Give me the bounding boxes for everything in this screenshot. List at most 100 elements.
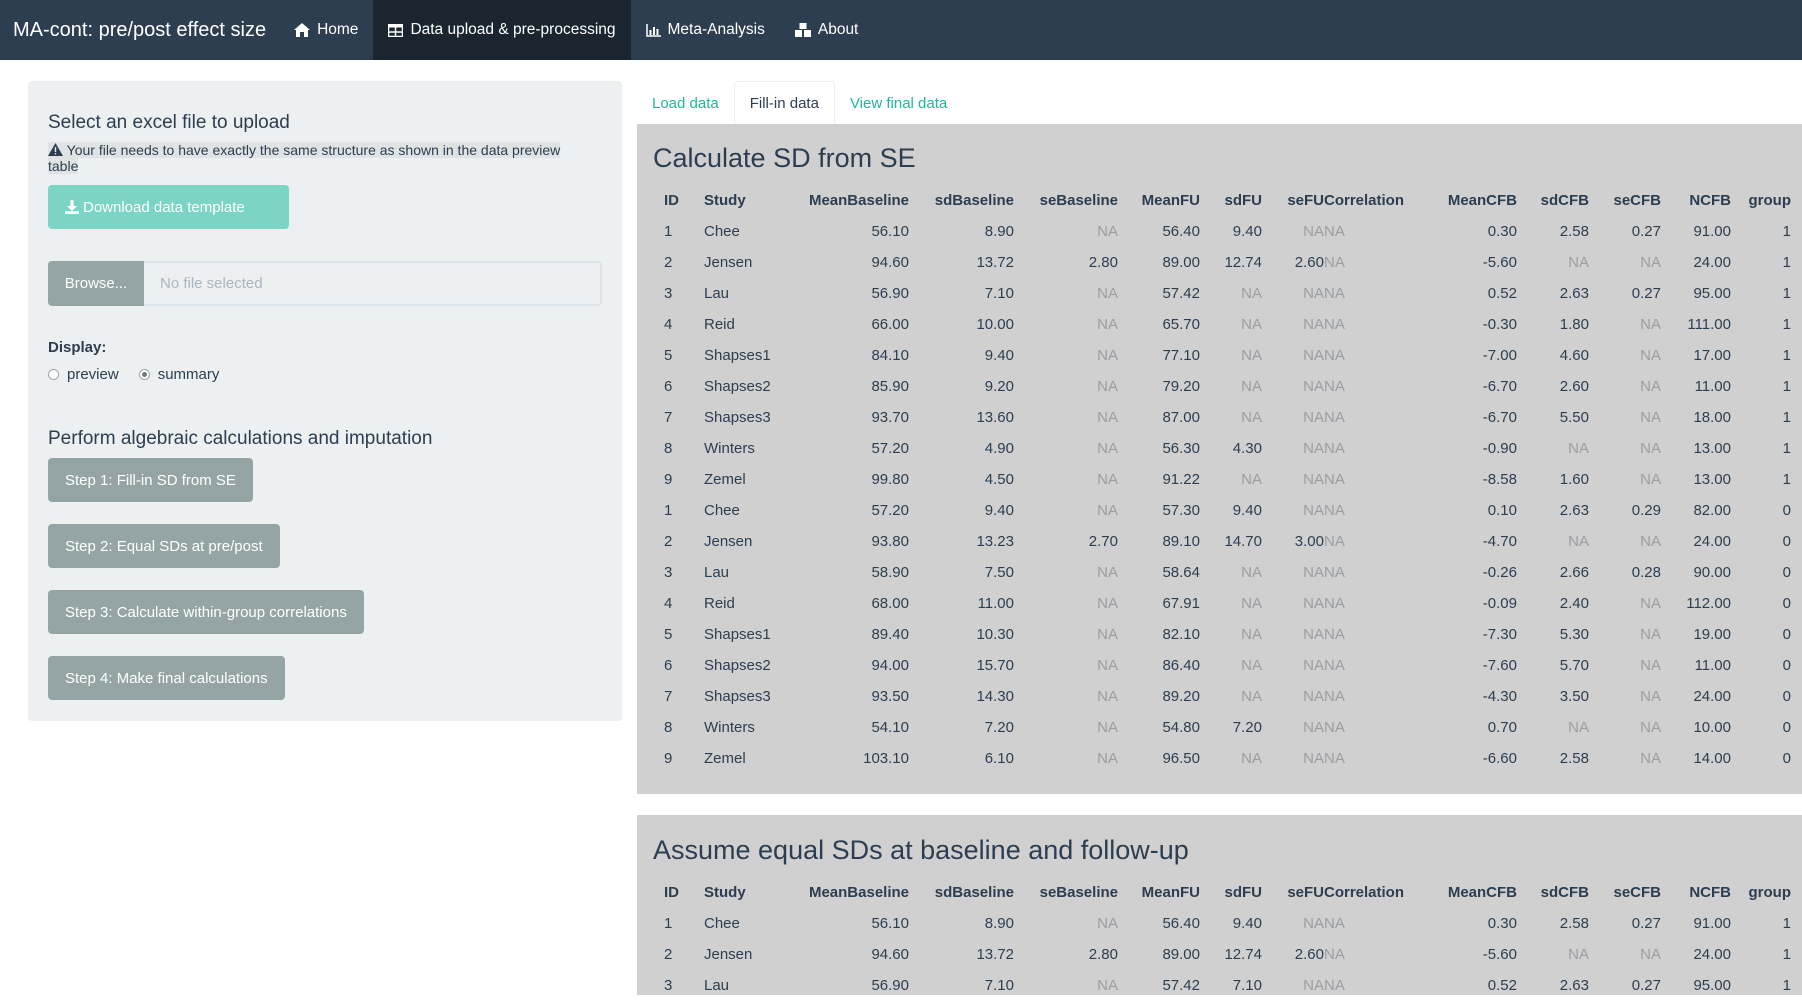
cell-secfb: 0.29 [1631, 502, 1661, 519]
cell-meancfb: 0.52 [1487, 977, 1517, 994]
column-header-group[interactable]: group [1731, 185, 1792, 216]
cell-group: 1 [1782, 347, 1791, 364]
cell-ncfb: 19.00 [1693, 626, 1731, 643]
display-option-preview[interactable]: preview [48, 366, 119, 383]
tab-load-data[interactable]: Load data [637, 82, 734, 124]
step2-button[interactable]: Step 2: Equal SDs at pre/post [48, 524, 280, 568]
cell-meanbaseline: 84.10 [871, 347, 909, 364]
cell-meancfb: -5.60 [1482, 254, 1517, 271]
column-header-sdbaseline[interactable]: sdBaseline [909, 185, 1014, 216]
column-header-id[interactable]: ID [653, 185, 704, 216]
cell-study: Zemel [704, 471, 746, 488]
cell-meancfb: 0.52 [1487, 285, 1517, 302]
cell-sdfu: NA [1241, 316, 1262, 333]
browse-button[interactable]: Browse... [48, 261, 144, 306]
cell-sdbaseline: 7.50 [984, 564, 1014, 581]
cell-sdcfb: 2.60 [1559, 378, 1589, 395]
cell-ncfb: 24.00 [1693, 688, 1731, 705]
cell-id: 4 [664, 595, 673, 612]
column-header-meanfu[interactable]: MeanFU [1118, 877, 1200, 908]
step4-button[interactable]: Step 4: Make final calculations [48, 656, 285, 700]
column-header-sefu[interactable]: seFU [1262, 877, 1324, 908]
cell-meanbaseline: 57.20 [871, 502, 909, 519]
cell-sdbaseline: 13.72 [976, 946, 1014, 963]
column-header-sdfu[interactable]: sdFU [1200, 877, 1263, 908]
cell-sdcfb: 2.66 [1559, 564, 1589, 581]
column-header-meancfb[interactable]: MeanCFB [1409, 185, 1517, 216]
summary-radio[interactable] [138, 369, 150, 380]
cell-correlation: NA [1324, 595, 1345, 612]
tab-view-final-data[interactable]: View final data [835, 82, 962, 124]
column-header-correlation[interactable]: Correlation [1324, 185, 1409, 216]
nav-data-upload[interactable]: Data upload & pre-processing [373, 0, 631, 60]
column-header-sdfu[interactable]: sdFU [1200, 185, 1263, 216]
column-header-secfb[interactable]: seCFB [1589, 185, 1661, 216]
cell-id: 5 [664, 626, 673, 643]
nav-home[interactable]: Home [279, 0, 373, 60]
step1-button[interactable]: Step 1: Fill-in SD from SE [48, 458, 253, 502]
column-header-sdbaseline[interactable]: sdBaseline [909, 877, 1014, 908]
cell-id: 6 [664, 657, 673, 674]
display-option-summary[interactable]: summary [138, 366, 220, 383]
summary-label: summary [157, 366, 220, 383]
cell-meanfu: 89.20 [1162, 688, 1200, 705]
column-header-study[interactable]: Study [704, 877, 784, 908]
column-header-ncfb[interactable]: NCFB [1661, 185, 1731, 216]
column-header-id[interactable]: ID [653, 877, 704, 908]
column-header-meanbaseline[interactable]: MeanBaseline [784, 877, 909, 908]
cell-sefu: NA [1303, 719, 1324, 736]
cell-sdcfb: 2.58 [1559, 223, 1589, 240]
cell-sefu: NA [1303, 657, 1324, 674]
cell-correlation: NA [1324, 533, 1345, 550]
cell-sdfu: 9.40 [1232, 502, 1262, 519]
preview-radio[interactable] [48, 369, 59, 380]
column-header-correlation[interactable]: Correlation [1324, 877, 1409, 908]
file-name-field[interactable]: No file selected [144, 261, 602, 306]
cell-meanbaseline: 56.90 [871, 285, 909, 302]
nav-about[interactable]: About [780, 0, 874, 60]
preview-label: preview [67, 366, 119, 383]
cell-id: 2 [664, 533, 673, 550]
column-header-meancfb[interactable]: MeanCFB [1409, 877, 1517, 908]
cell-secfb: NA [1640, 719, 1661, 736]
column-header-ncfb[interactable]: NCFB [1661, 877, 1731, 908]
column-header-sdcfb[interactable]: sdCFB [1517, 185, 1589, 216]
column-header-group[interactable]: group [1731, 877, 1792, 908]
cell-sdcfb: 5.70 [1559, 657, 1589, 674]
cell-sdfu: NA [1241, 285, 1262, 302]
cell-sdcfb: NA [1568, 946, 1589, 963]
equal-sds-panel: Assume equal SDs at baseline and follow-… [637, 815, 1802, 995]
column-header-sdcfb[interactable]: sdCFB [1517, 877, 1589, 908]
column-header-secfb[interactable]: seCFB [1589, 877, 1661, 908]
cell-sdcfb: NA [1568, 254, 1589, 271]
bar-chart-icon [645, 23, 661, 37]
cell-id: 4 [664, 316, 673, 333]
cell-id: 7 [664, 688, 673, 705]
tab-fill-in-data[interactable]: Fill-in data [733, 81, 835, 124]
column-header-meanfu[interactable]: MeanFU [1118, 185, 1200, 216]
column-header-meanbaseline[interactable]: MeanBaseline [784, 185, 909, 216]
cell-meanfu: 89.10 [1162, 533, 1200, 550]
download-template-button[interactable]: Download data template [48, 185, 289, 229]
cell-study: Lau [704, 977, 730, 994]
column-header-sebaseline[interactable]: seBaseline [1014, 185, 1118, 216]
cell-secfb: 0.28 [1631, 564, 1661, 581]
cell-group: 1 [1782, 440, 1791, 457]
cell-sebaseline: NA [1097, 750, 1118, 767]
table-row: 8 Winters 57.20 4.90 NA 56.30 4.30 NA NA -0.90 NA N… [653, 433, 1791, 464]
cell-sdcfb: NA [1568, 440, 1589, 457]
nav-meta-analysis[interactable]: Meta-Analysis [631, 0, 780, 60]
column-header-sefu[interactable]: seFU [1262, 185, 1324, 216]
cell-secfb: NA [1640, 688, 1661, 705]
cubes-icon [794, 23, 811, 37]
cell-ncfb: 90.00 [1693, 564, 1731, 581]
column-header-sebaseline[interactable]: seBaseline [1014, 877, 1118, 908]
cell-sdcfb: 2.63 [1559, 977, 1589, 994]
step3-button[interactable]: Step 3: Calculate within-group correlati… [48, 590, 364, 634]
nav-data-upload-label: Data upload & pre-processing [410, 21, 616, 38]
cell-id: 8 [664, 719, 673, 736]
column-header-study[interactable]: Study [704, 185, 784, 216]
cell-sdcfb: 2.58 [1559, 915, 1589, 932]
app-brand[interactable]: MA-cont: pre/post effect size [0, 0, 279, 60]
cell-sdbaseline: 7.20 [984, 719, 1014, 736]
